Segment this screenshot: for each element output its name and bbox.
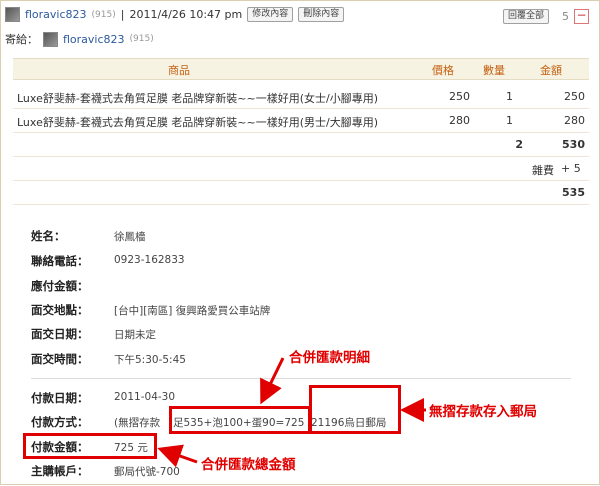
annotation-merge-detail: 合併匯款明細 (289, 350, 370, 366)
total-amount: 535 (562, 186, 585, 199)
meet-time-value: 下午5:30-5:45 (114, 354, 186, 366)
col-qty: 數量 (483, 64, 505, 77)
arrow-to-total (157, 444, 198, 468)
reply-all-button[interactable]: 回覆全部 (503, 9, 550, 24)
message-header: floravic823 (915) | 2011/4/26 10:47 pm 修… (5, 7, 345, 22)
edit-button[interactable]: 修改內容 (247, 7, 294, 22)
meet-place-label: 面交地點： (31, 303, 89, 317)
amount-value: 280 (564, 114, 585, 127)
misc-fee-row: 雜費 + 5 (13, 157, 589, 181)
price-value: 280 (449, 114, 470, 127)
phone-label: 聯絡電話： (31, 254, 89, 268)
recipient-username-link[interactable]: floravic823 (63, 33, 125, 46)
amount-due-label: 應付金額： (31, 279, 89, 293)
pay-method-part1: (無摺存款 (114, 417, 161, 429)
subtotal-row: 2 530 (13, 133, 589, 157)
table-row: Luxe舒斐赫-套襪式去角質足膜 老品牌穿新裝~~一樣好用(女士/小腳專用) 2… (13, 85, 589, 109)
qty-value: 1 (506, 114, 513, 127)
reply-count: 5 (562, 10, 569, 23)
order-table-header: 商品 價格 數量 金額 (13, 58, 589, 80)
misc-fee-label: 雜費 (532, 164, 554, 177)
recipient-score: (915) (129, 34, 154, 44)
account-label: 主購帳戶： (31, 464, 89, 478)
col-amount: 金額 (540, 64, 562, 77)
pay-method-label: 付款方式： (31, 415, 89, 429)
meet-time-label: 面交時間： (31, 352, 89, 366)
account-value: 郵局代號-700 (114, 466, 180, 478)
col-product: 商品 (168, 64, 190, 77)
annotation-deposit: 無摺存款存入郵局 (429, 404, 537, 420)
delete-button[interactable]: 刪除內容 (298, 7, 345, 22)
qty-value: 1 (506, 90, 513, 103)
pay-date-label: 付款日期： (31, 391, 89, 405)
separator: | (120, 8, 125, 21)
col-price: 價格 (432, 64, 454, 77)
annotation-merge-total: 合併匯款總金額 (201, 457, 296, 473)
subtotal-amount: 530 (562, 138, 585, 151)
annotation-box-total (23, 433, 157, 459)
table-row: Luxe舒斐赫-套襪式去角質足膜 老品牌穿新裝~~一樣好用(男士/大腳專用) 2… (13, 109, 589, 133)
meet-date-label: 面交日期： (31, 327, 89, 341)
avatar[interactable] (5, 7, 20, 22)
annotation-box-detail (169, 406, 311, 434)
send-to-line: 寄給： floravic823 (915) (5, 31, 154, 47)
meet-date-value: 日期未定 (114, 329, 156, 341)
avatar[interactable] (43, 31, 58, 47)
misc-fee-value: + 5 (561, 162, 581, 175)
subtotal-qty: 2 (515, 138, 523, 151)
pay-date-value: 2011-04-30 (114, 391, 176, 403)
collapse-icon[interactable]: − (574, 9, 589, 24)
name-label: 姓名： (31, 229, 66, 243)
price-value: 250 (449, 90, 470, 103)
send-to-label: 寄給： (5, 33, 38, 46)
amount-value: 250 (564, 90, 585, 103)
section-divider (31, 378, 571, 379)
name-value: 徐鳳檣 (114, 231, 146, 243)
phone-value: 0923-162833 (114, 254, 185, 266)
meet-place-value: [台中][南區] 復興路愛買公車站牌 (114, 305, 271, 317)
message-panel: floravic823 (915) | 2011/4/26 10:47 pm 修… (0, 0, 600, 485)
message-datetime: 2011/4/26 10:47 pm (129, 8, 243, 21)
user-score: (915) (91, 9, 116, 20)
product-name[interactable]: Luxe舒斐赫-套襪式去角質足膜 老品牌穿新裝~~一樣好用(男士/大腳專用) (17, 114, 378, 130)
annotation-box-deposit (309, 385, 401, 434)
username-link[interactable]: floravic823 (25, 8, 87, 21)
product-name[interactable]: Luxe舒斐赫-套襪式去角質足膜 老品牌穿新裝~~一樣好用(女士/小腳專用) (17, 90, 378, 106)
total-row: 535 (13, 181, 589, 205)
